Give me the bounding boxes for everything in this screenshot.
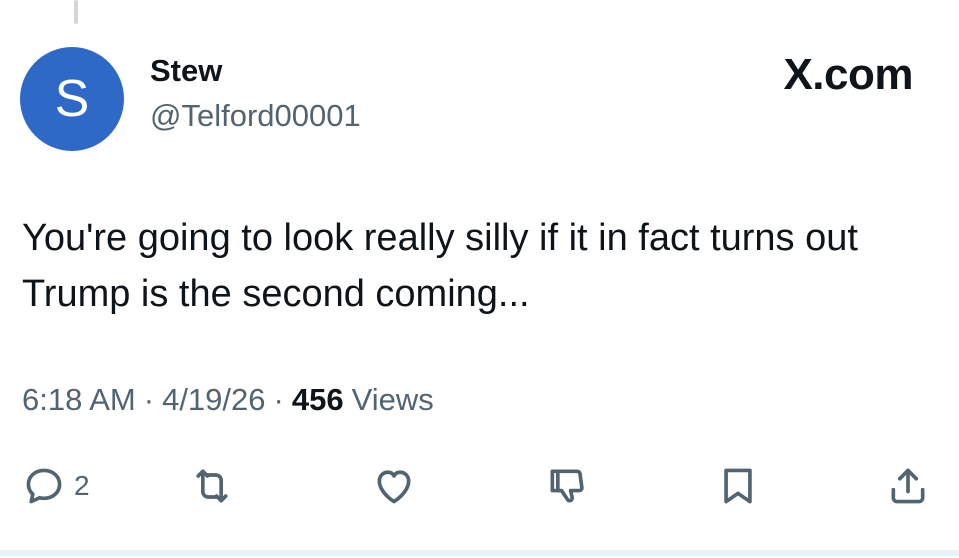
- retweet-icon: [196, 469, 228, 503]
- reply-button[interactable]: 2: [22, 462, 90, 510]
- avatar-letter: S: [54, 70, 90, 128]
- action-bar: 2: [0, 462, 959, 512]
- tweet-time[interactable]: 6:18 AM: [22, 382, 136, 418]
- views-count: 456: [291, 382, 344, 417]
- meta-separator: ·: [273, 382, 284, 417]
- share-icon: [891, 468, 925, 504]
- divider: [0, 550, 959, 556]
- tweet-date[interactable]: 4/19/26: [162, 382, 265, 418]
- bookmark-icon: [724, 468, 752, 504]
- reply-icon: [26, 468, 62, 504]
- like-button[interactable]: [372, 462, 416, 510]
- bookmark-button[interactable]: [716, 462, 760, 510]
- tweet-text: You're going to look really silly if it …: [22, 217, 858, 315]
- brand-logo-text: X.com: [783, 50, 913, 99]
- author-display-name[interactable]: Stew: [150, 53, 222, 89]
- author-handle[interactable]: @Telford00001: [150, 98, 361, 134]
- retweet-button[interactable]: [190, 462, 234, 510]
- reply-count: 2: [74, 470, 90, 501]
- views-label: Views: [351, 382, 434, 417]
- thread-connector-line: [74, 0, 78, 24]
- tweet-meta: 6:18 AM · 4/19/26 · 456 Views: [22, 382, 434, 418]
- share-button[interactable]: [886, 462, 930, 510]
- avatar[interactable]: S: [20, 47, 124, 151]
- dislike-button[interactable]: [545, 462, 589, 510]
- meta-separator: ·: [143, 382, 155, 417]
- heart-icon: [377, 470, 411, 504]
- thumbs-down-icon: [550, 469, 584, 503]
